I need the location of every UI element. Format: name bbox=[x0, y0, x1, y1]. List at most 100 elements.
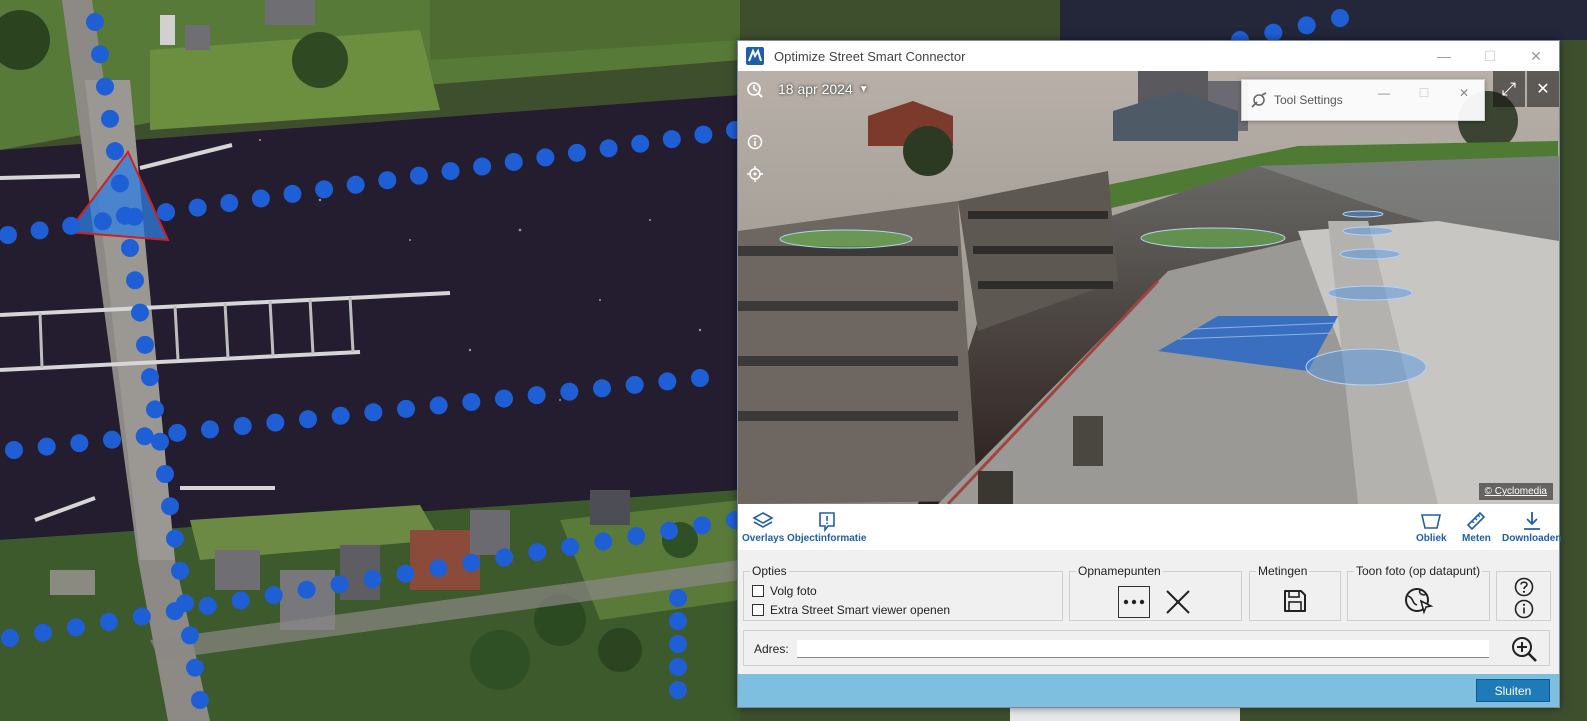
recording-point-dot[interactable] bbox=[669, 658, 687, 676]
zoom-search-button[interactable] bbox=[1509, 634, 1539, 664]
save-measurements-button[interactable] bbox=[1278, 584, 1312, 618]
recording-point-dot[interactable] bbox=[560, 382, 579, 401]
recording-point-dot[interactable] bbox=[176, 594, 194, 613]
recording-point-dot[interactable] bbox=[378, 171, 397, 190]
maximize-button[interactable]: ☐ bbox=[1467, 41, 1513, 71]
hide-points-button[interactable] bbox=[1162, 586, 1194, 618]
recording-point-dot[interactable] bbox=[131, 303, 149, 322]
recording-point-dot[interactable] bbox=[561, 537, 580, 556]
recording-point-dot[interactable] bbox=[536, 148, 555, 167]
recording-point-dot[interactable] bbox=[156, 465, 174, 483]
tool-settings-minimize[interactable]: — bbox=[1364, 80, 1404, 106]
recording-point-dot[interactable] bbox=[462, 393, 481, 411]
recording-point-dot[interactable] bbox=[495, 548, 514, 567]
locate-icon[interactable] bbox=[744, 163, 766, 185]
recording-point-dot[interactable] bbox=[30, 221, 49, 240]
recording-point-dot[interactable] bbox=[146, 400, 164, 419]
recording-point-dot[interactable] bbox=[627, 527, 646, 546]
info-icon[interactable] bbox=[744, 131, 766, 153]
recording-point-dot[interactable] bbox=[669, 612, 687, 630]
recording-point-dot[interactable] bbox=[363, 570, 382, 588]
recording-point-dot[interactable] bbox=[220, 194, 239, 213]
recording-point-dot[interactable] bbox=[1297, 16, 1316, 35]
panorama-photo[interactable] bbox=[738, 71, 1559, 504]
volg-foto-box[interactable] bbox=[752, 585, 764, 597]
recording-point-dot[interactable] bbox=[660, 521, 679, 540]
address-input[interactable] bbox=[797, 640, 1489, 658]
recording-point-dot[interactable] bbox=[111, 174, 129, 193]
recording-point-dot[interactable] bbox=[62, 216, 81, 235]
recording-point-dot[interactable] bbox=[1264, 23, 1283, 42]
meten-button[interactable]: Meten bbox=[1462, 510, 1491, 544]
recording-point-dot[interactable] bbox=[101, 109, 119, 128]
recording-point-dot[interactable] bbox=[96, 77, 114, 96]
recording-point-dot[interactable] bbox=[691, 369, 709, 387]
recording-point-dot[interactable] bbox=[593, 379, 611, 398]
recording-point-dot[interactable] bbox=[631, 134, 650, 153]
recording-point-dot[interactable] bbox=[297, 580, 316, 599]
recording-point-dot[interactable] bbox=[116, 206, 134, 225]
recording-point-dot[interactable] bbox=[106, 142, 124, 161]
panorama-viewer[interactable]: 18 apr 2024 ▼ Tool Settings — ☐ ✕ ⤢ ✕ © … bbox=[738, 71, 1559, 504]
tool-settings-close[interactable]: ✕ bbox=[1444, 80, 1484, 106]
overlays-button[interactable]: Overlays bbox=[742, 510, 784, 544]
recording-point-dot[interactable] bbox=[504, 152, 523, 171]
recording-point-dot[interactable] bbox=[1, 629, 19, 647]
recording-point-dot[interactable] bbox=[70, 434, 89, 453]
recording-point-dot[interactable] bbox=[186, 658, 204, 677]
date-selector[interactable]: 18 apr 2024 ▼ bbox=[778, 81, 869, 97]
recording-point-dot[interactable] bbox=[429, 396, 448, 415]
recording-point-dot[interactable] bbox=[658, 372, 677, 391]
recording-point-dot[interactable] bbox=[103, 430, 121, 449]
recording-point-dot[interactable] bbox=[132, 607, 151, 626]
recording-point-dot[interactable] bbox=[495, 389, 513, 408]
recording-point-dot[interactable] bbox=[662, 130, 681, 149]
recording-point-dot[interactable] bbox=[141, 368, 159, 387]
recording-point-dot[interactable] bbox=[669, 589, 687, 607]
recording-point-dot[interactable] bbox=[198, 596, 217, 615]
recording-point-dot[interactable] bbox=[99, 612, 118, 631]
recording-point-dot[interactable] bbox=[364, 403, 383, 422]
recording-point-dot[interactable] bbox=[151, 432, 169, 451]
recording-point-dot[interactable] bbox=[331, 406, 350, 425]
recording-point-dot[interactable] bbox=[33, 623, 52, 642]
recording-point-dot[interactable] bbox=[86, 13, 104, 31]
sluiten-button[interactable]: Sluiten bbox=[1476, 679, 1550, 702]
recording-point-dot[interactable] bbox=[1331, 9, 1349, 27]
recording-point-dot[interactable] bbox=[669, 681, 687, 699]
volg-foto-checkbox[interactable]: Volg foto bbox=[752, 584, 817, 598]
minimize-button[interactable]: — bbox=[1421, 41, 1467, 71]
recording-point-dot[interactable] bbox=[473, 157, 492, 176]
extra-viewer-checkbox[interactable]: Extra Street Smart viewer openen bbox=[752, 603, 950, 617]
close-viewer-button[interactable]: ✕ bbox=[1527, 71, 1559, 107]
expand-icon[interactable]: ⤢ bbox=[1493, 71, 1525, 107]
close-window-button[interactable]: ✕ bbox=[1513, 41, 1559, 71]
title-bar[interactable]: Optimize Street Smart Connector — ☐ ✕ bbox=[738, 41, 1559, 71]
recording-point-dot[interactable] bbox=[315, 180, 334, 199]
recording-point-dot[interactable] bbox=[171, 561, 189, 580]
recording-point-dot[interactable] bbox=[91, 45, 109, 64]
recording-point-dot[interactable] bbox=[37, 437, 56, 456]
objectinformatie-button[interactable]: Objectinformatie bbox=[787, 510, 866, 544]
recording-point-dot[interactable] bbox=[669, 635, 687, 653]
recording-point-dot[interactable] bbox=[625, 375, 644, 394]
downloaden-button[interactable]: Downloaden bbox=[1502, 510, 1561, 544]
tool-settings-maximize[interactable]: ☐ bbox=[1404, 80, 1444, 106]
recording-point-dot[interactable] bbox=[181, 626, 199, 645]
recording-point-dot[interactable] bbox=[397, 399, 415, 418]
about-info-icon[interactable] bbox=[1513, 598, 1535, 620]
recording-point-dot[interactable] bbox=[251, 189, 270, 208]
recording-point-dot[interactable] bbox=[594, 532, 613, 551]
recording-point-dot[interactable] bbox=[396, 564, 415, 583]
recording-point-dot[interactable] bbox=[528, 543, 547, 562]
recording-point-dot[interactable] bbox=[527, 386, 546, 405]
recording-point-dot[interactable] bbox=[264, 586, 283, 605]
recording-point-dot[interactable] bbox=[135, 427, 154, 446]
recording-point-dot[interactable] bbox=[441, 162, 460, 181]
help-icon[interactable] bbox=[1513, 576, 1535, 598]
recording-point-dot[interactable] bbox=[299, 410, 317, 429]
recording-point-dot[interactable] bbox=[567, 143, 586, 162]
recording-point-dot[interactable] bbox=[168, 423, 187, 442]
recording-point-dot[interactable] bbox=[66, 618, 85, 637]
recording-point-dot[interactable] bbox=[191, 691, 209, 709]
